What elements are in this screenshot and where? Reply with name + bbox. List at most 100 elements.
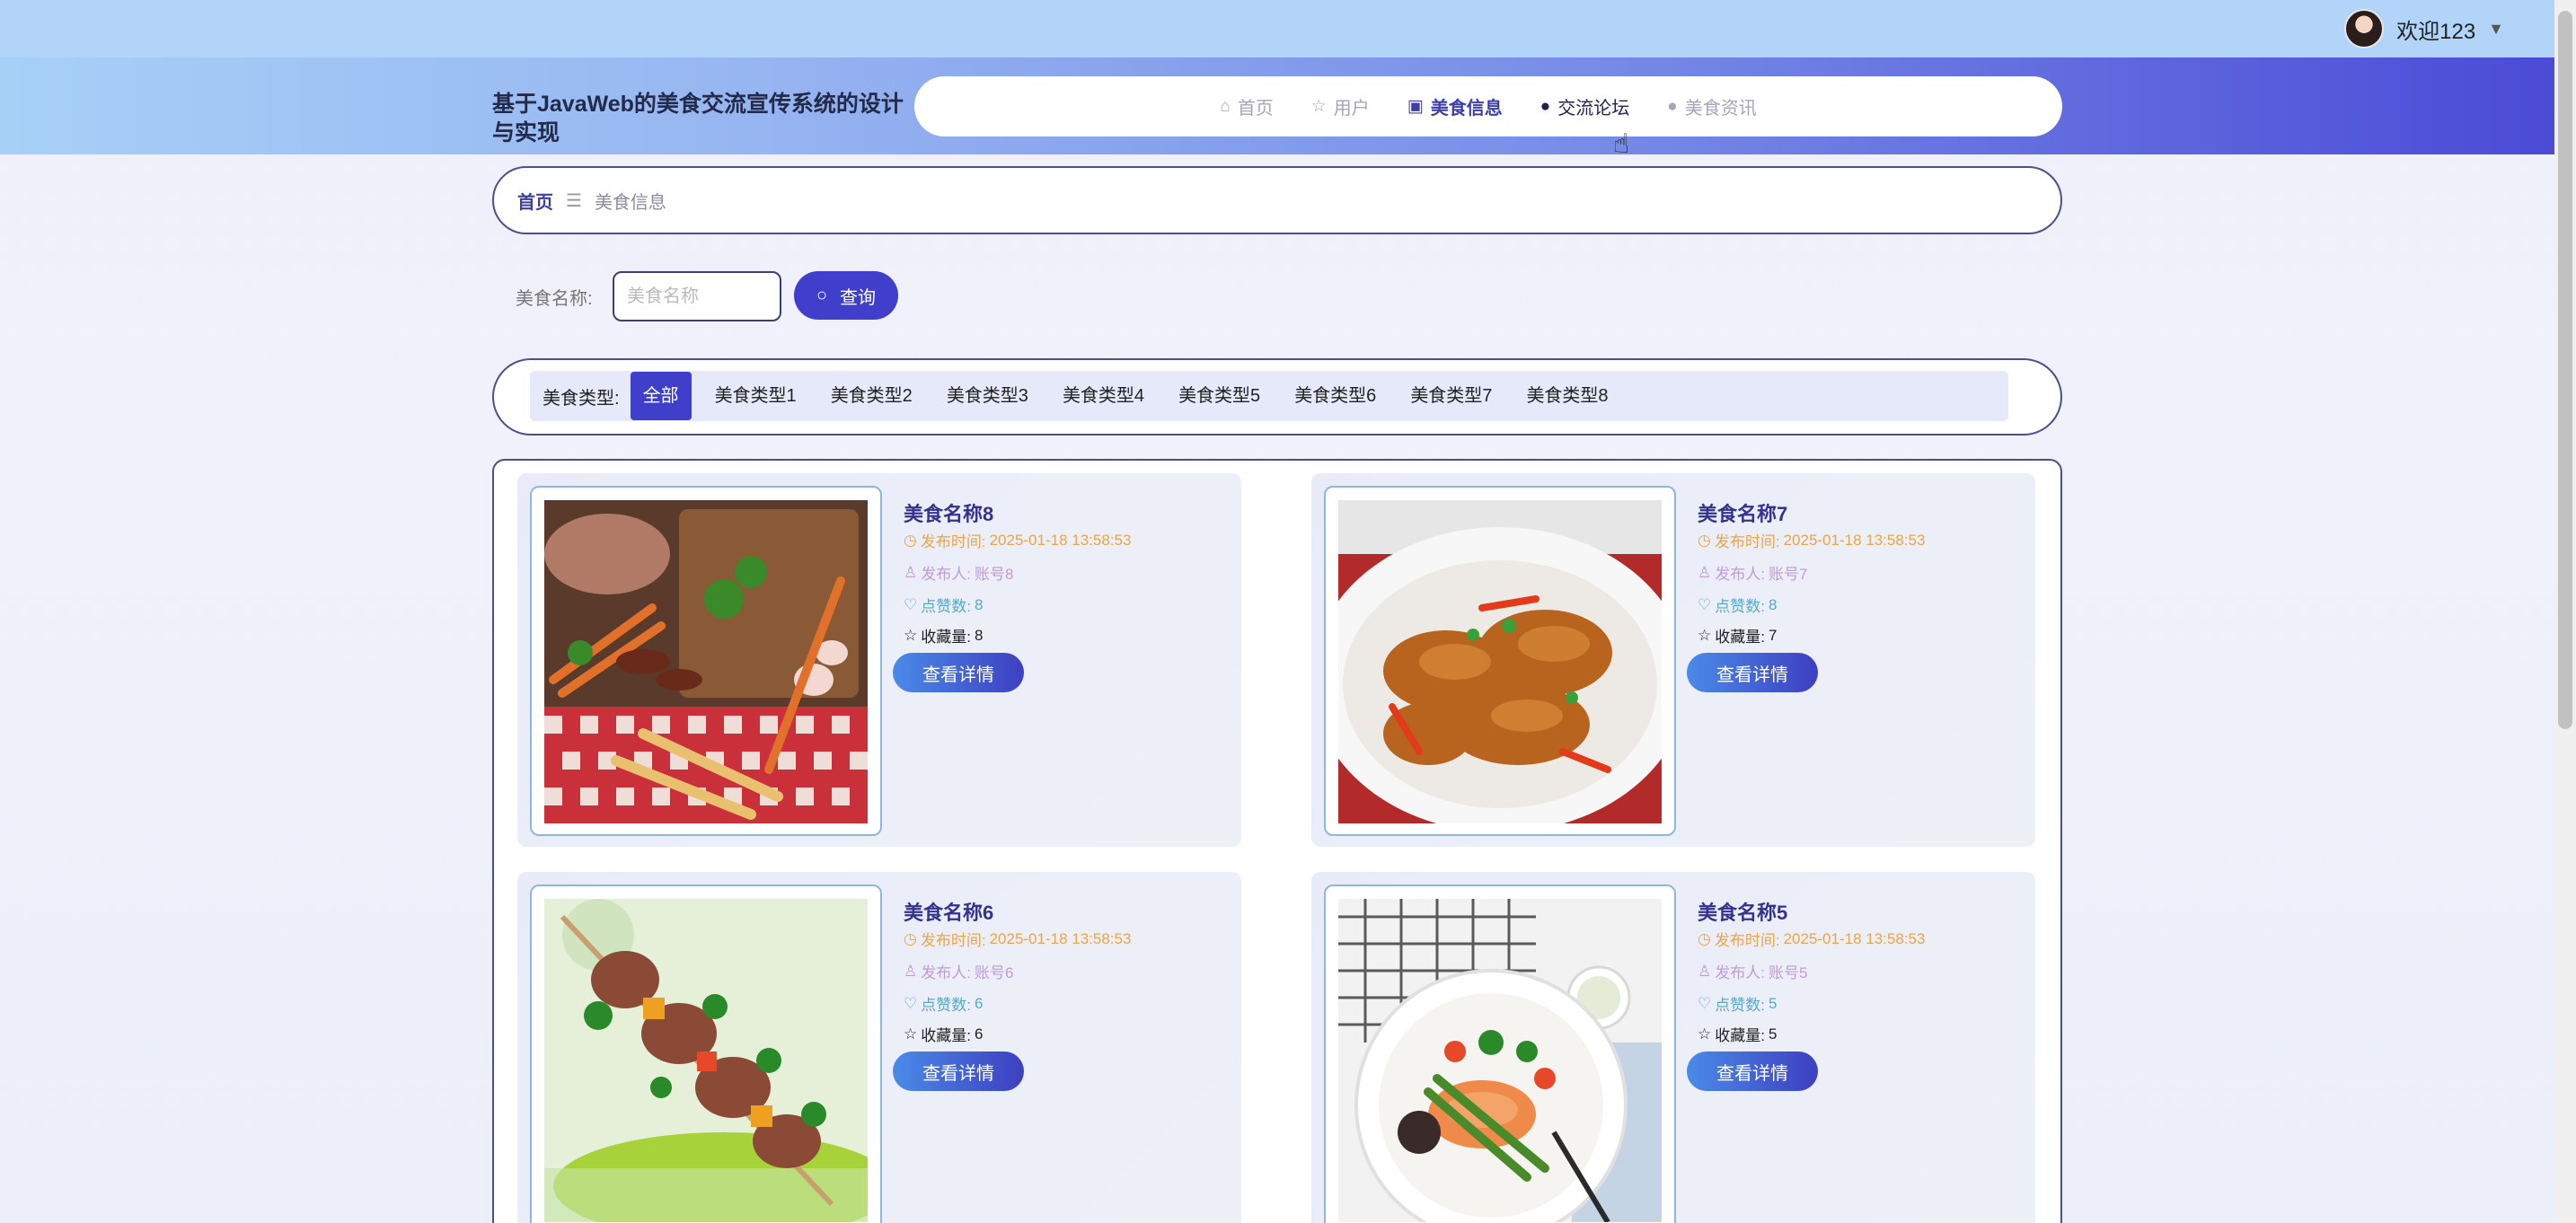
nav-item-food-info[interactable]: ▣ 美食信息 — [1407, 93, 1503, 119]
info-icon: ● — [1539, 96, 1551, 116]
category-item[interactable]: 美食类型3 — [936, 372, 1039, 420]
like-count: ♡ 点赞数: 8 — [1698, 594, 1777, 616]
nav-item-users[interactable]: ☆ 用户 — [1311, 93, 1370, 119]
food-list: 美食名称8 ◷ 发布时间: 2025-01-18 13:58:53 ♙ 发布人:… — [492, 459, 2062, 1223]
nav-item-home[interactable]: ⌂ 首页 — [1220, 93, 1273, 119]
circle-icon: ● — [1667, 96, 1678, 116]
star-icon: ☆ — [904, 1025, 918, 1043]
publish-time-label: 发布时间: — [1714, 932, 1780, 949]
publisher-value: 账号7 — [1768, 566, 1808, 583]
like-count-value: 8 — [974, 595, 984, 613]
search-button-label: 查询 — [840, 287, 877, 308]
publisher-label: 发布人: — [921, 566, 971, 583]
category-item[interactable]: 美食类型5 — [1168, 372, 1271, 420]
thumbs-up-icon: ♡ — [904, 994, 918, 1012]
bag-icon: ▣ — [1407, 97, 1424, 116]
food-name[interactable]: 美食名称5 — [1698, 897, 1787, 926]
main-nav: ⌂ 首页 ☆ 用户 ▣ 美食信息 ● 交流论坛 ● 美食资讯 — [914, 76, 2062, 136]
category-item[interactable]: 美食类型1 — [704, 372, 807, 420]
food-name[interactable]: 美食名称6 — [904, 897, 993, 926]
nav-item-label: 交流论坛 — [1557, 99, 1630, 119]
view-details-button[interactable]: 查看详情 — [893, 1051, 1024, 1091]
publish-time: ◷ 发布时间: 2025-01-18 13:58:53 — [1698, 928, 1925, 950]
publisher: ♙ 发布人: 账号7 — [1698, 561, 1807, 584]
star-icon: ☆ — [1698, 1025, 1712, 1043]
food-image-frame[interactable] — [1324, 486, 1676, 836]
pointer-cursor-icon: ☝ — [1613, 129, 1630, 159]
star-icon: ☆ — [904, 626, 918, 644]
site-title: 基于JavaWeb的美食交流宣传系统的设计与实现 — [492, 92, 904, 145]
category-item[interactable]: 美食类型4 — [1052, 372, 1155, 420]
category-all[interactable]: 全部 — [630, 372, 692, 420]
thumbs-up-icon: ♡ — [1698, 595, 1712, 613]
publish-time-value: 2025-01-18 13:58:53 — [1783, 531, 1926, 549]
food-image-frame[interactable] — [530, 884, 882, 1223]
thumbs-up-icon: ♡ — [904, 595, 918, 613]
favorite-count-label: 收藏量: — [1715, 629, 1765, 646]
view-details-button[interactable]: 查看详情 — [1687, 1051, 1818, 1091]
clock-icon: ◷ — [1698, 531, 1711, 549]
nav-item-news[interactable]: ● 美食资讯 — [1667, 93, 1756, 119]
like-count-label: 点赞数: — [921, 598, 971, 615]
publisher-value: 账号5 — [1768, 964, 1808, 981]
favorite-count-value: 6 — [974, 1025, 984, 1043]
food-image-frame[interactable] — [1324, 884, 1676, 1223]
breadcrumb-separator-icon: ☰ — [566, 190, 582, 211]
food-name[interactable]: 美食名称7 — [1698, 498, 1787, 527]
favorite-count-value: 5 — [1768, 1025, 1778, 1043]
view-details-button[interactable]: 查看详情 — [1687, 653, 1818, 692]
clock-icon: ◷ — [904, 929, 917, 947]
thumbs-up-icon: ♡ — [1698, 994, 1712, 1012]
category-item[interactable]: 美食类型8 — [1515, 372, 1619, 420]
nav-item-forum[interactable]: ● 交流论坛 — [1540, 93, 1629, 119]
search-label: 美食名称: — [516, 289, 593, 309]
user-icon: ♙ — [904, 962, 918, 980]
category-item[interactable]: 美食类型6 — [1284, 372, 1387, 420]
publish-time-value: 2025-01-18 13:58:53 — [1783, 929, 1926, 947]
user-menu[interactable]: 欢迎123 ▼ — [2344, 0, 2504, 57]
category-label: 美食类型: — [543, 388, 620, 409]
food-image-chicken-wings[interactable] — [1338, 500, 1662, 823]
publish-time-value: 2025-01-18 13:58:53 — [989, 929, 1132, 947]
food-image-charcuterie[interactable] — [544, 500, 868, 823]
publish-time-value: 2025-01-18 13:58:53 — [989, 531, 1132, 549]
publisher: ♙ 发布人: 账号8 — [904, 561, 1013, 584]
like-count-value: 8 — [1768, 595, 1778, 613]
user-icon: ♙ — [1698, 962, 1712, 980]
top-user-bar: 欢迎123 ▼ — [0, 0, 2554, 57]
welcome-text[interactable]: 欢迎123 — [2396, 13, 2475, 45]
clock-icon: ◷ — [904, 531, 917, 549]
category-bar: 美食类型: 全部 美食类型1 美食类型2 美食类型3 美食类型4 美食类型5 美… — [530, 371, 2008, 421]
nav-item-label: 美食资讯 — [1684, 99, 1757, 119]
breadcrumb-home[interactable]: 首页 — [517, 188, 553, 214]
favorite-count-value: 7 — [1768, 626, 1778, 644]
clock-icon: ◷ — [1698, 929, 1711, 947]
home-icon: ⌂ — [1220, 96, 1231, 116]
like-count-label: 点赞数: — [1715, 997, 1765, 1014]
like-count-value: 6 — [974, 994, 984, 1012]
like-count-label: 点赞数: — [921, 997, 971, 1014]
chevron-down-icon[interactable]: ▼ — [2488, 20, 2504, 39]
category-item[interactable]: 美食类型2 — [820, 372, 923, 420]
search-button[interactable]: ○ 查询 — [794, 271, 898, 320]
category-item[interactable]: 美食类型7 — [1399, 372, 1503, 420]
view-details-button[interactable]: 查看详情 — [893, 653, 1024, 692]
favorite-count-label: 收藏量: — [921, 629, 971, 646]
scrollbar-thumb[interactable] — [2558, 11, 2572, 729]
publisher-label: 发布人: — [1715, 566, 1765, 583]
page-scrollbar[interactable] — [2554, 0, 2576, 1223]
nav-item-label: 美食信息 — [1430, 99, 1503, 119]
avatar[interactable] — [2344, 9, 2385, 48]
food-image-salmon-salad[interactable] — [1338, 899, 1662, 1222]
food-name-search-input[interactable] — [613, 271, 781, 321]
star-icon: ☆ — [1310, 97, 1327, 116]
food-card: 美食名称8 ◷ 发布时间: 2025-01-18 13:58:53 ♙ 发布人:… — [517, 473, 1241, 847]
nav-item-label: 首页 — [1237, 99, 1274, 119]
favorite-count: ☆ 收藏量: 8 — [904, 624, 983, 647]
like-count: ♡ 点赞数: 6 — [904, 992, 983, 1015]
food-name[interactable]: 美食名称8 — [904, 498, 993, 527]
food-image-frame[interactable] — [530, 486, 882, 836]
food-image-kebab[interactable] — [544, 899, 868, 1222]
user-icon: ♙ — [904, 563, 918, 581]
breadcrumb: 首页 ☰ 美食信息 — [492, 166, 2062, 234]
